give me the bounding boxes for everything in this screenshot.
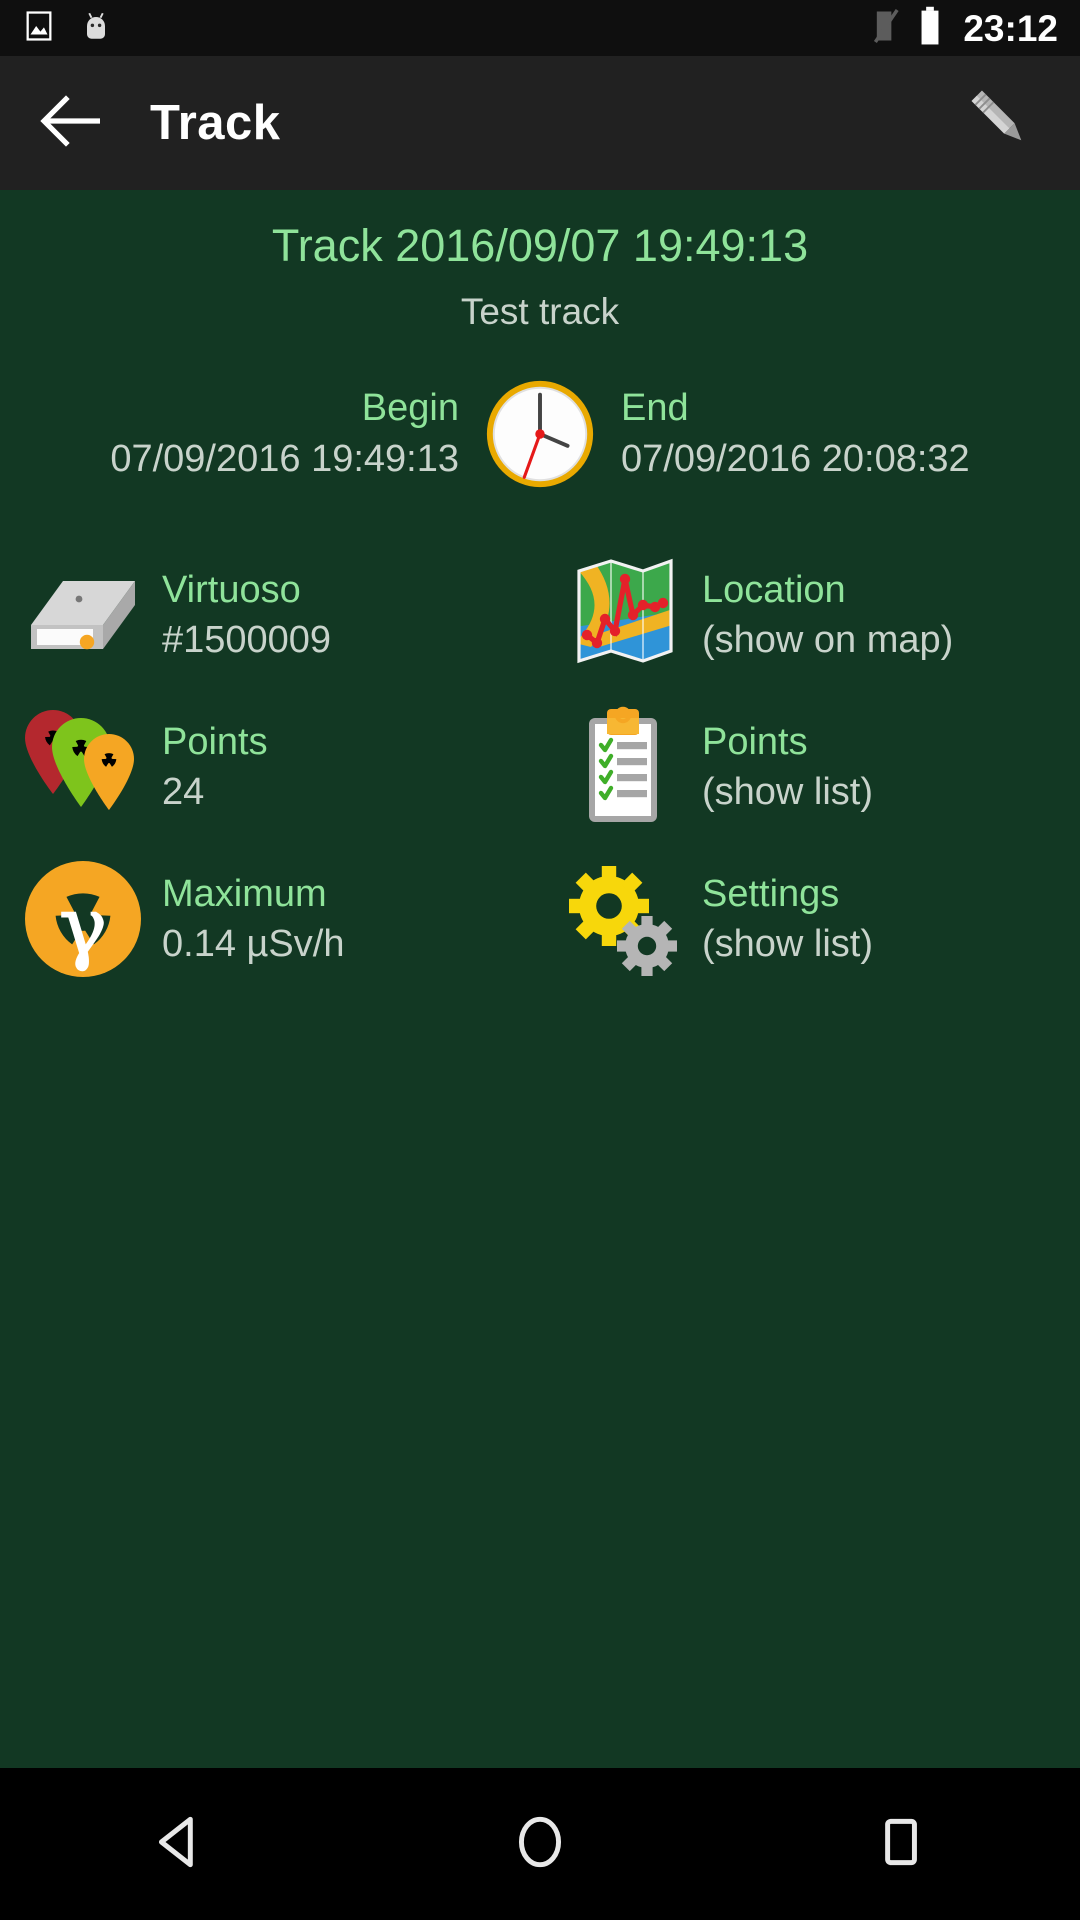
- svg-text:γ: γ: [59, 880, 107, 973]
- status-bar-clock: 23:12: [963, 7, 1058, 49]
- settings-label: Settings: [702, 873, 840, 916]
- settings-value: (show list): [702, 922, 874, 965]
- points-count-value: 24: [162, 770, 205, 813]
- battery-icon: [917, 6, 943, 51]
- back-button[interactable]: [36, 87, 108, 159]
- back-arrow-icon: [40, 93, 104, 154]
- signal-off-icon: [871, 7, 903, 50]
- action-bar: Track: [0, 56, 1080, 190]
- settings-text: Settings (show list): [702, 871, 873, 967]
- maximum-text: Maximum 0.14 µSv/h: [162, 871, 344, 967]
- info-cell-points-count[interactable]: Points 24: [0, 691, 540, 843]
- navigation-bar: [0, 1768, 1080, 1920]
- device-text: Virtuoso #1500009: [162, 567, 331, 663]
- track-details-content: Track 2016/09/07 19:49:13 Test track Beg…: [0, 190, 1080, 1768]
- points-list-value: (show list): [702, 770, 874, 813]
- nav-recents-button[interactable]: [825, 1769, 975, 1919]
- location-label: Location: [702, 569, 846, 612]
- info-cell-settings[interactable]: Settings (show list): [540, 843, 1080, 995]
- page-title: Track: [150, 96, 281, 150]
- phone-screen: 23:12 Track Track 2016/09/07 19:49:13 Te…: [0, 0, 1080, 1920]
- device-label: Virtuoso: [162, 569, 301, 612]
- android-head-icon: [78, 8, 114, 49]
- status-bar-notifications: [22, 8, 114, 49]
- maximum-value: 0.14 µSv/h: [162, 922, 345, 965]
- gamma-icon: γ: [18, 859, 148, 979]
- location-text: Location (show on map): [702, 567, 953, 663]
- info-row: γ Maximum 0.14 µSv/h Settings (show list…: [0, 843, 1080, 995]
- gears-icon: [558, 859, 688, 979]
- track-time-row: Begin 07/09/2016 19:49:13 End 07/09/2016…: [0, 375, 1080, 493]
- info-row: Virtuoso #1500009 Location (show on map): [0, 539, 1080, 691]
- radiation-pins-icon: [18, 707, 148, 827]
- track-title: Track 2016/09/07 19:49:13: [271, 220, 809, 271]
- end-value: 07/09/2016 20:08:32: [621, 438, 970, 481]
- edit-button[interactable]: [960, 81, 1044, 165]
- nav-recents-icon: [867, 1809, 933, 1880]
- info-cell-maximum[interactable]: γ Maximum 0.14 µSv/h: [0, 843, 540, 995]
- end-block: End 07/09/2016 20:08:32: [599, 385, 1052, 484]
- info-cell-device[interactable]: Virtuoso #1500009: [0, 539, 540, 691]
- device-box-icon: [18, 555, 148, 675]
- nav-home-icon: [507, 1809, 573, 1880]
- clock-icon: [481, 375, 599, 493]
- begin-block: Begin 07/09/2016 19:49:13: [28, 385, 481, 484]
- status-bar-system-icons: 23:12: [871, 6, 1058, 51]
- map-icon: [558, 555, 688, 675]
- device-value: #1500009: [162, 618, 332, 661]
- info-cell-location[interactable]: Location (show on map): [540, 539, 1080, 691]
- location-value: (show on map): [702, 618, 954, 661]
- track-subtitle: Test track: [460, 291, 620, 333]
- points-list-text: Points (show list): [702, 719, 873, 815]
- points-count-text: Points 24: [162, 719, 268, 815]
- info-grid: Virtuoso #1500009 Location (show on map)…: [0, 539, 1080, 995]
- pencil-icon: [960, 79, 1044, 168]
- points-list-label: Points: [702, 721, 808, 764]
- maximum-label: Maximum: [162, 873, 327, 916]
- points-count-label: Points: [162, 721, 268, 764]
- nav-back-icon: [147, 1809, 213, 1880]
- info-cell-points-list[interactable]: Points (show list): [540, 691, 1080, 843]
- end-label: End: [621, 386, 689, 429]
- clipboard-icon: [558, 707, 688, 827]
- nav-home-button[interactable]: [465, 1769, 615, 1919]
- status-bar: 23:12: [0, 0, 1080, 56]
- begin-label: Begin: [361, 386, 459, 429]
- image-icon: [22, 9, 56, 48]
- begin-value: 07/09/2016 19:49:13: [110, 438, 459, 481]
- nav-back-button[interactable]: [105, 1769, 255, 1919]
- info-row: Points 24 Points (show list): [0, 691, 1080, 843]
